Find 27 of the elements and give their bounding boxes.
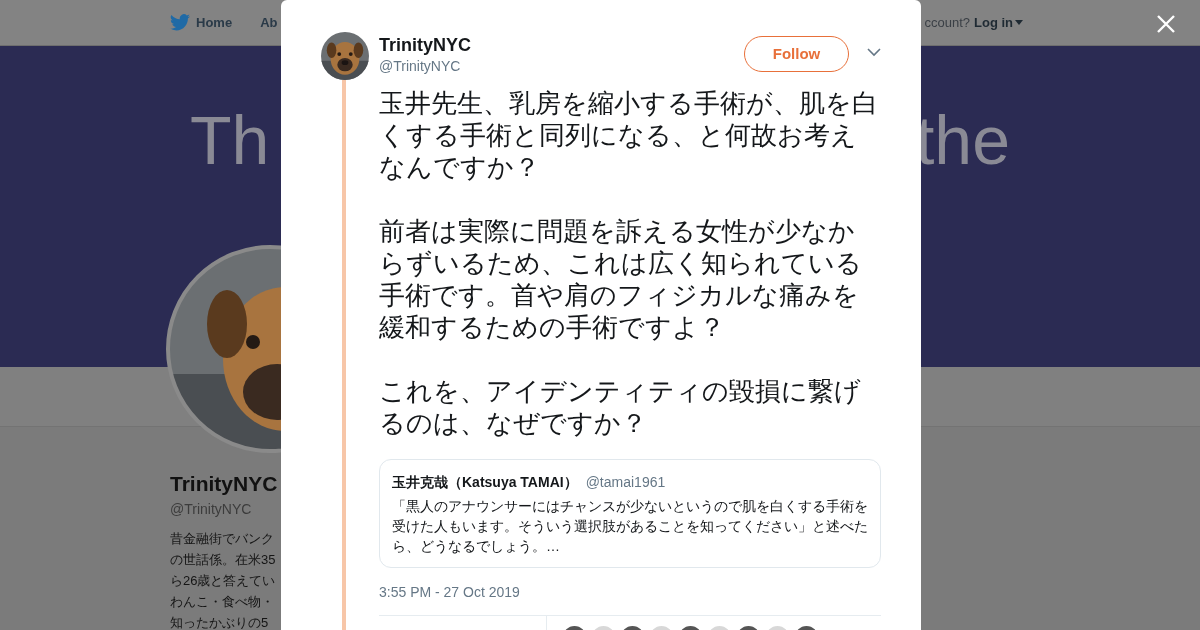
close-icon[interactable] xyxy=(1156,14,1176,34)
bio-line: ら26歳と答えてい xyxy=(170,572,276,591)
nav-link[interactable]: Ab xyxy=(260,12,278,33)
tweet-text: これを、アイデンティティの毀損に繋げるのは、なぜですか？ xyxy=(379,375,862,439)
author-handle: @TrinityNYC xyxy=(379,57,462,75)
nav-link[interactable]: Home xyxy=(170,12,233,33)
bio-line: 昔金融街でバンク xyxy=(170,530,274,549)
chevron-down-icon[interactable] xyxy=(867,48,881,57)
banner-text: Th xyxy=(190,106,270,180)
profile-name: TrinityNYC xyxy=(170,471,278,497)
quoted-author: 玉井克哉（Katsuya TAMAI） xyxy=(392,473,578,492)
profile-handle: @TrinityNYC xyxy=(170,500,252,520)
tweet-text: 玉井先生、乳房を縮小する手術が、肌を白くする手術と同列になる、と何故お考えなんですか？ xyxy=(379,87,879,183)
tweet-text: 前者は実際に問題を訴える女性が少なからずいるため、これは広く知られている手術です。首や肩のフィジカルな痛みを緩和するための手術ですよ？ xyxy=(379,215,863,343)
caret-icon xyxy=(1015,20,1023,25)
bio-line: わんこ・食べ物・ xyxy=(170,593,274,612)
quoted-text: 「黒人のアナウンサーにはチャンスが少ないというので肌を白くする手術を受けた人もいます。そういう選択肢があることを知ってください」と述べたら、どうなるでしょう。… xyxy=(392,497,868,556)
bird-icon xyxy=(170,14,190,31)
banner-text: the xyxy=(915,106,1010,180)
quoted-handle: @tamai1961 xyxy=(585,473,666,492)
bio-line: 知ったかぶりの5 xyxy=(170,614,269,630)
author-name: TrinityNYC xyxy=(379,34,472,57)
tweet-timestamp[interactable]: 3:55 PM - 27 Oct 2019 xyxy=(379,582,921,603)
quoted-tweet[interactable]: 玉井克哉（Katsuya TAMAI） @tamai1961 「黒人のアナウンサーにはチャンスが少ないというので肌を白くする手術を受けた人もいます。そういう選択肢があることを知ってください」と述べたら、どうなるでしょう。… xyxy=(379,459,881,568)
bio-line: の世話係。在米35 xyxy=(170,551,276,570)
account-prompt: ccount? xyxy=(924,13,970,32)
login-link[interactable]: Log in xyxy=(974,12,1023,33)
